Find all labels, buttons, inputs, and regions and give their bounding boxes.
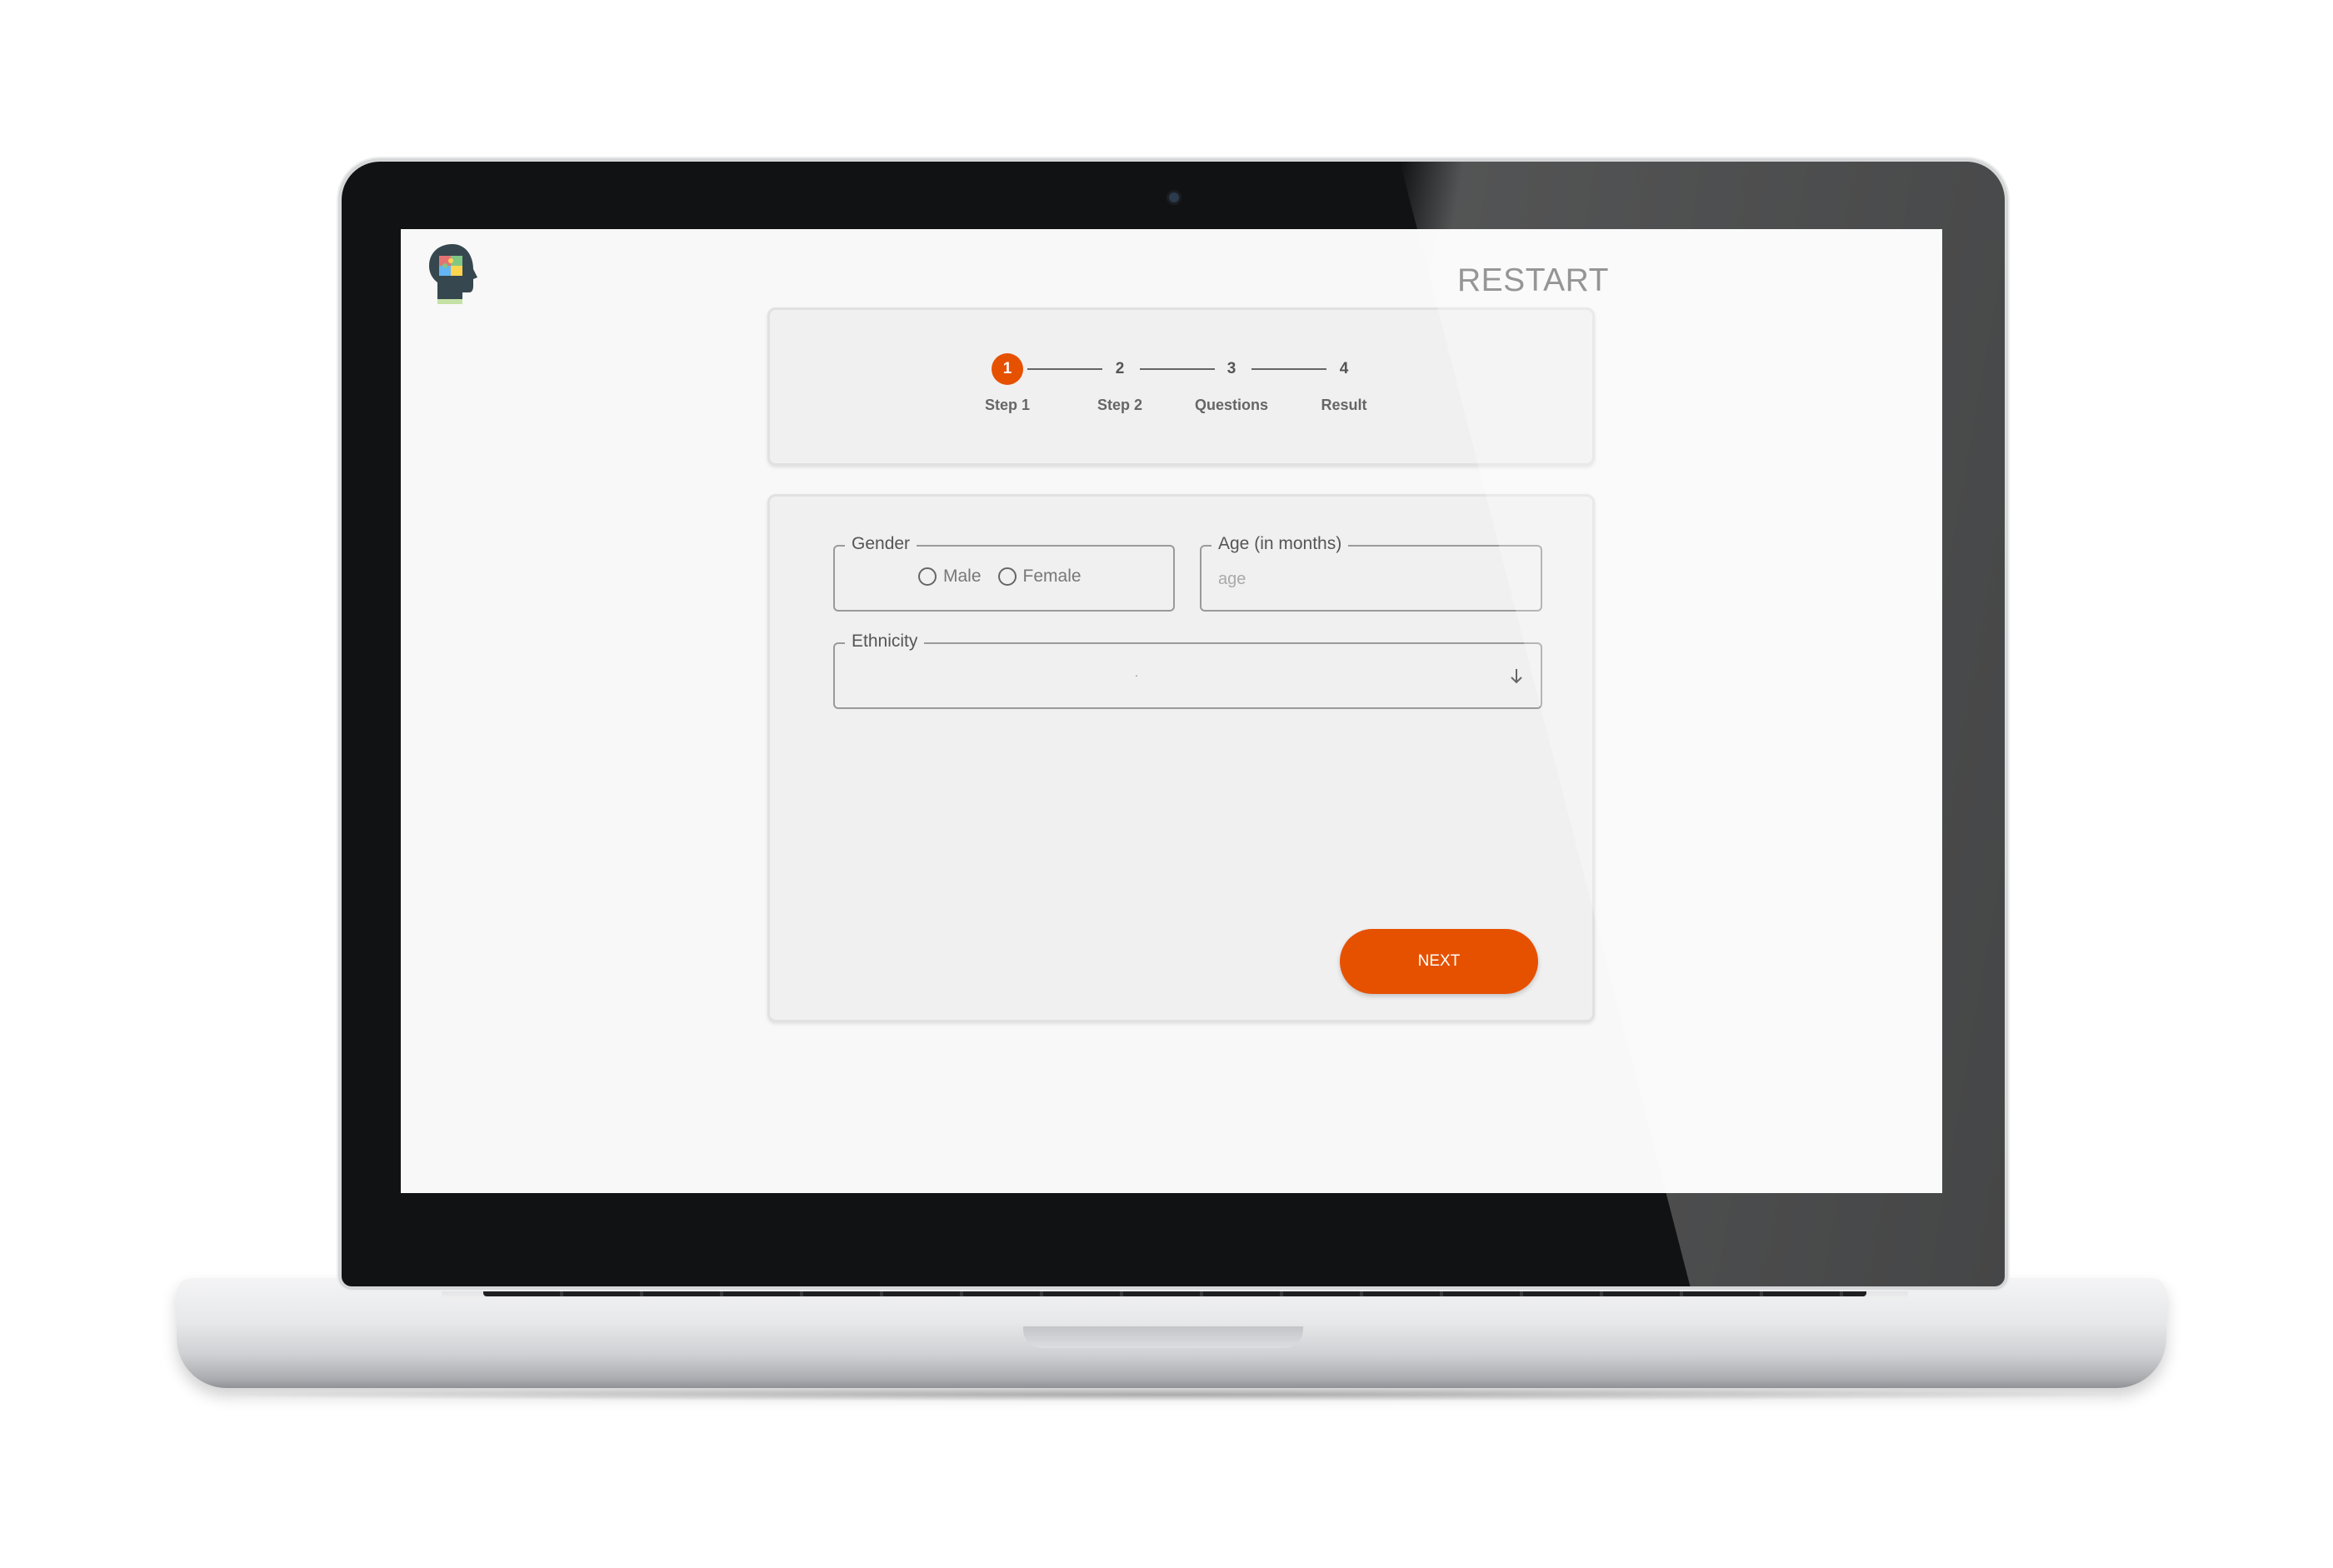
radio-label: Male xyxy=(943,567,982,586)
gender-female-radio[interactable]: Female xyxy=(997,567,1082,587)
step-2[interactable]: 2 Step 2 xyxy=(1062,353,1178,414)
step-number: 1 xyxy=(992,353,1023,385)
step-1[interactable]: 1 Step 1 xyxy=(949,353,1066,414)
step-number: 2 xyxy=(1115,360,1125,377)
step-number: 4 xyxy=(1339,360,1349,377)
arrow-down-icon[interactable] xyxy=(1507,666,1526,687)
step-result[interactable]: 4 Result xyxy=(1286,353,1402,414)
age-fieldset: Age (in months) xyxy=(1200,532,1542,612)
step-questions[interactable]: 3 Questions xyxy=(1173,353,1290,414)
laptop-mockup: RESTART 1 Step 1 2 Step 2 3 Questions 4 … xyxy=(0,0,2333,1568)
gender-legend: Gender xyxy=(845,532,917,556)
age-input[interactable] xyxy=(1216,565,1528,593)
ethnicity-select[interactable]: Ethnicity . xyxy=(833,630,1542,709)
form-card: Gender Male Female Age (in months) age E… xyxy=(767,494,1595,1022)
gender-male-radio[interactable]: Male xyxy=(918,567,982,587)
ethnicity-legend: Ethnicity xyxy=(845,630,925,653)
floor-shadow xyxy=(200,1388,2141,1401)
step-label: Step 2 xyxy=(1097,397,1143,413)
laptop-open-notch xyxy=(1023,1326,1303,1348)
head-puzzle-icon[interactable] xyxy=(426,241,481,306)
age-legend: Age (in months) xyxy=(1211,532,1349,556)
restart-button[interactable]: RESTART xyxy=(1457,262,1608,299)
ethnicity-value: . xyxy=(1135,666,1138,679)
radio-circle-icon[interactable] xyxy=(918,567,937,586)
step-number: 3 xyxy=(1226,360,1236,377)
gender-radio-group: Male Female xyxy=(918,567,1098,587)
stepper-card: 1 Step 1 2 Step 2 3 Questions 4 Result xyxy=(767,307,1595,466)
app-screen: RESTART 1 Step 1 2 Step 2 3 Questions 4 … xyxy=(401,229,1942,1193)
step-label: Questions xyxy=(1194,397,1268,413)
step-label: Step 1 xyxy=(984,397,1031,413)
camera-icon xyxy=(1169,192,1179,202)
radio-label: Female xyxy=(1022,567,1082,586)
step-label: Result xyxy=(1321,397,1367,413)
gender-fieldset: Gender Male Female xyxy=(833,532,1175,612)
next-button[interactable]: NEXT xyxy=(1340,929,1538,994)
radio-circle-icon[interactable] xyxy=(997,567,1017,586)
